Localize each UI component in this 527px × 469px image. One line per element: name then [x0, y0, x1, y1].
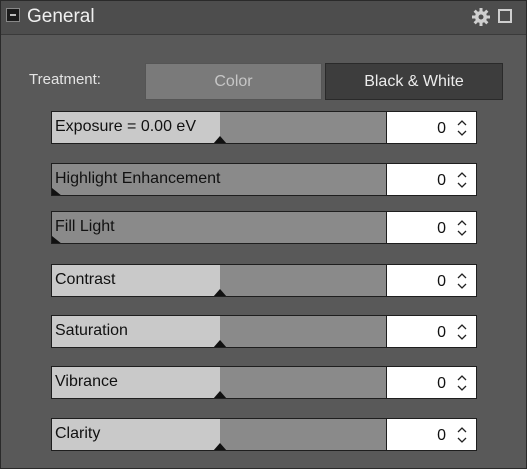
spinner-icon[interactable] [457, 171, 467, 189]
slider-thumb[interactable] [52, 188, 62, 195]
value-text: 0 [437, 220, 446, 237]
slider-label: Saturation [55, 322, 128, 339]
spinner-icon[interactable] [457, 323, 467, 341]
spinner-icon[interactable] [457, 272, 467, 290]
clarity-slider[interactable]: Clarity [51, 418, 387, 451]
slider-row-fill-light: Fill Light 0 [51, 211, 477, 244]
spinner-icon[interactable] [457, 374, 467, 392]
treatment-color-button[interactable]: Color [145, 63, 322, 100]
window-icon[interactable] [498, 9, 512, 23]
slider-row-saturation: Saturation 0 [51, 315, 477, 348]
slider-thumb[interactable] [213, 340, 227, 347]
highlight-enhancement-value-field[interactable]: 0 [387, 163, 477, 196]
exposure-value-field[interactable]: 0 [387, 111, 477, 144]
vibrance-slider[interactable]: Vibrance [51, 366, 387, 399]
slider-row-clarity: Clarity 0 [51, 418, 477, 451]
treatment-label: Treatment: [29, 71, 101, 88]
contrast-slider[interactable]: Contrast [51, 264, 387, 297]
slider-label: Contrast [55, 271, 116, 288]
slider-thumb[interactable] [213, 136, 227, 143]
general-panel: General Treatment: Color Black & White E… [0, 0, 527, 469]
spinner-icon[interactable] [457, 219, 467, 237]
slider-label: Exposure = 0.00 eV [55, 118, 196, 135]
spinner-icon[interactable] [457, 119, 467, 137]
gear-icon[interactable] [471, 7, 491, 27]
fill-light-value-field[interactable]: 0 [387, 211, 477, 244]
slider-thumb[interactable] [213, 443, 227, 450]
slider-row-vibrance: Vibrance 0 [51, 366, 477, 399]
slider-label: Fill Light [55, 218, 115, 235]
value-text: 0 [437, 120, 446, 137]
slider-label: Highlight Enhancement [55, 170, 221, 187]
slider-row-exposure: Exposure = 0.00 eV 0 [51, 111, 477, 144]
highlight-enhancement-slider[interactable]: Highlight Enhancement [51, 163, 387, 196]
fill-light-slider[interactable]: Fill Light [51, 211, 387, 244]
panel-title: General [27, 6, 95, 27]
slider-label: Clarity [55, 425, 101, 442]
collapse-icon[interactable] [6, 8, 20, 22]
treatment-bw-button[interactable]: Black & White [325, 63, 503, 100]
contrast-value-field[interactable]: 0 [387, 264, 477, 297]
saturation-value-field[interactable]: 0 [387, 315, 477, 348]
vibrance-value-field[interactable]: 0 [387, 366, 477, 399]
exposure-slider[interactable]: Exposure = 0.00 eV [51, 111, 387, 144]
slider-label: Vibrance [55, 373, 118, 390]
slider-row-contrast: Contrast 0 [51, 264, 477, 297]
value-text: 0 [437, 273, 446, 290]
slider-thumb[interactable] [213, 391, 227, 398]
slider-row-highlight-enhancement: Highlight Enhancement 0 [51, 163, 477, 196]
clarity-value-field[interactable]: 0 [387, 418, 477, 451]
spinner-icon[interactable] [457, 426, 467, 444]
saturation-slider[interactable]: Saturation [51, 315, 387, 348]
value-text: 0 [437, 172, 446, 189]
value-text: 0 [437, 324, 446, 341]
value-text: 0 [437, 427, 446, 444]
panel-header[interactable]: General [1, 1, 526, 35]
slider-thumb[interactable] [213, 289, 227, 296]
slider-thumb[interactable] [52, 236, 62, 243]
value-text: 0 [437, 375, 446, 392]
